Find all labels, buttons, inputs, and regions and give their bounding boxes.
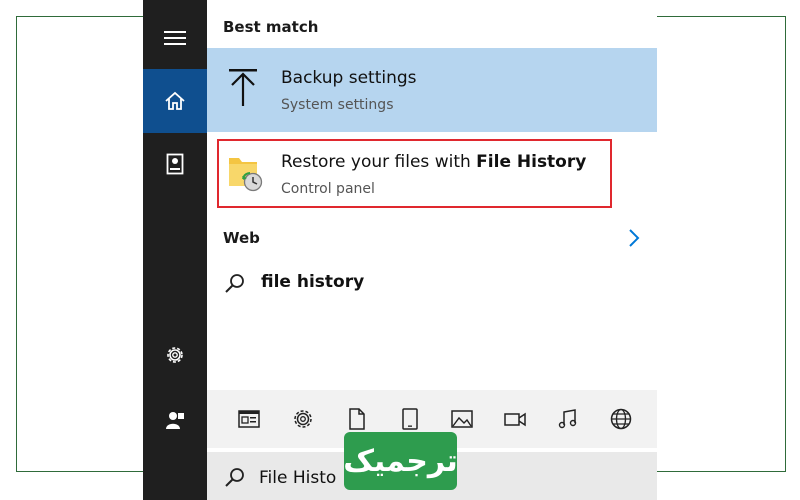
- result-title: Restore your files with File History: [281, 152, 586, 172]
- notebook-icon: [166, 153, 184, 175]
- result-title-prefix: Restore your files with: [281, 152, 477, 172]
- home-icon: [165, 91, 185, 110]
- suggestion-text: file history: [261, 272, 365, 292]
- tablet-icon[interactable]: [398, 407, 422, 431]
- start-menu-panel: Best match Backup settings System settin…: [143, 0, 657, 500]
- search-results-pane: Best match Backup settings System settin…: [207, 0, 657, 500]
- result-title-bold: File History: [476, 152, 587, 172]
- chevron-right-icon[interactable]: [627, 228, 641, 248]
- home-button[interactable]: [143, 69, 207, 133]
- menu-button[interactable]: [143, 6, 207, 70]
- best-match-heading: Best match: [223, 18, 319, 36]
- settings-filter-icon[interactable]: [291, 407, 315, 431]
- file-history-result[interactable]: Restore your files with File History Con…: [207, 140, 657, 208]
- search-icon: [225, 468, 244, 487]
- result-subtitle: Control panel: [281, 181, 375, 197]
- web-heading: Web: [223, 229, 260, 247]
- photos-icon[interactable]: [450, 407, 474, 431]
- upload-arrow-icon: [229, 69, 257, 106]
- start-sidebar: [143, 0, 207, 500]
- web-search-suggestion[interactable]: file history: [223, 268, 523, 298]
- gear-icon: [167, 347, 183, 363]
- result-subtitle: System settings: [281, 97, 394, 113]
- document-icon[interactable]: [345, 407, 369, 431]
- apps-icon[interactable]: [237, 407, 261, 431]
- search-icon: [225, 274, 244, 293]
- result-title: Backup settings: [281, 68, 417, 88]
- documents-button[interactable]: [143, 132, 207, 196]
- video-icon[interactable]: [503, 407, 527, 431]
- music-icon[interactable]: [556, 407, 580, 431]
- settings-button[interactable]: [143, 323, 207, 387]
- best-match-result[interactable]: Backup settings System settings: [207, 48, 657, 132]
- watermark-logo: ترجمیک: [343, 432, 458, 490]
- hamburger-menu-icon: [164, 31, 186, 45]
- user-icon: [166, 412, 184, 429]
- file-history-folder-icon: [229, 158, 263, 192]
- search-input[interactable]: File Histo: [259, 468, 336, 488]
- user-account-button[interactable]: [143, 388, 207, 452]
- web-globe-icon[interactable]: [609, 407, 633, 431]
